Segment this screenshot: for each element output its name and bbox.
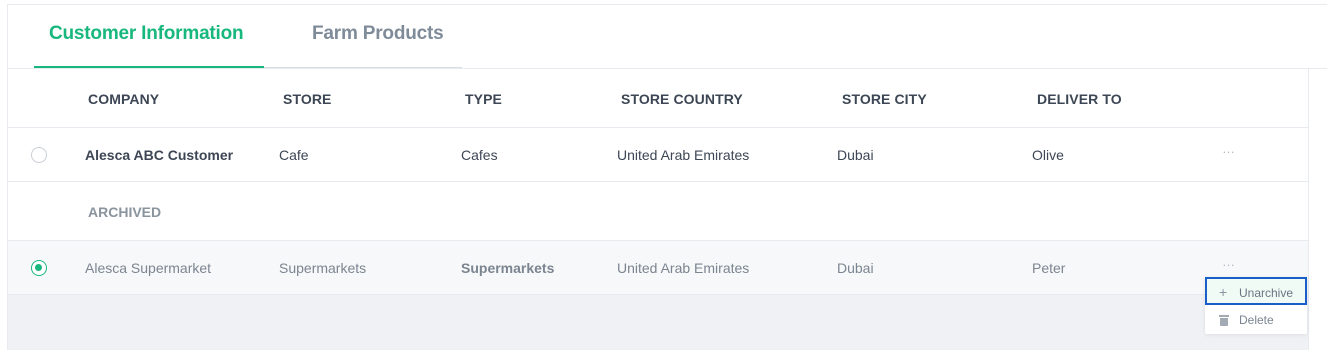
column-header-store-city[interactable]: STORE CITY xyxy=(842,91,927,107)
cell-store-city: Dubai xyxy=(837,260,874,276)
cell-type: Cafes xyxy=(461,147,498,163)
radio-selected-dot xyxy=(35,264,42,271)
plus-icon: + xyxy=(1219,284,1228,300)
row-select-radio[interactable] xyxy=(31,147,47,163)
column-header-store[interactable]: STORE xyxy=(283,91,331,107)
table-right-border xyxy=(1308,69,1309,350)
cell-store-country: United Arab Emirates xyxy=(617,260,750,276)
cell-store-country: United Arab Emirates xyxy=(617,147,750,163)
tab-bar: Customer Information Farm Products xyxy=(8,5,1327,69)
unarchive-label: Unarchive xyxy=(1239,286,1294,300)
column-header-deliver-to[interactable]: DELIVER TO xyxy=(1037,91,1122,107)
table-row[interactable]: Alesca ABC Customer Cafe Cafes United Ar… xyxy=(8,128,1308,182)
trash-icon xyxy=(1219,315,1229,326)
tab-farm-products[interactable]: Farm Products xyxy=(312,23,444,45)
archived-section-header: ARCHIVED xyxy=(8,182,1308,241)
delete-menu-item[interactable]: Delete xyxy=(1205,308,1307,336)
table-row[interactable]: Alesca Supermarket Supermarkets Supermar… xyxy=(8,241,1308,295)
column-header-store-country[interactable]: STORE COUNTRY xyxy=(621,91,743,107)
table-empty-area xyxy=(8,295,1308,350)
cell-store: Cafe xyxy=(279,147,309,163)
customer-panel: Customer Information Farm Products COMPA… xyxy=(7,4,1327,350)
tab-divider xyxy=(264,67,462,68)
cell-company: Alesca ABC Customer xyxy=(85,147,234,163)
tab-customer-information[interactable]: Customer Information xyxy=(49,23,244,45)
row-select-radio[interactable] xyxy=(31,260,47,276)
cell-deliver-to: Olive xyxy=(1032,147,1064,163)
cell-store: Supermarkets xyxy=(279,260,367,276)
delete-label: Delete xyxy=(1239,313,1274,327)
column-header-company[interactable]: COMPANY xyxy=(88,91,159,107)
more-options-icon[interactable]: … xyxy=(1222,254,1236,269)
row-action-menu: + Unarchive Delete xyxy=(1205,277,1307,334)
cell-type: Supermarkets xyxy=(461,260,555,276)
active-tab-indicator xyxy=(34,66,264,68)
column-header-type[interactable]: TYPE xyxy=(465,91,502,107)
cell-company: Alesca Supermarket xyxy=(85,260,212,276)
archived-label: ARCHIVED xyxy=(88,204,162,220)
table-header-row: COMPANY STORE TYPE STORE COUNTRY STORE C… xyxy=(8,69,1308,128)
cell-store-city: Dubai xyxy=(837,147,874,163)
unarchive-menu-item[interactable]: + Unarchive xyxy=(1205,277,1307,305)
customers-table: COMPANY STORE TYPE STORE COUNTRY STORE C… xyxy=(8,69,1308,350)
more-options-icon[interactable]: … xyxy=(1222,141,1236,156)
cell-deliver-to: Peter xyxy=(1032,260,1066,276)
